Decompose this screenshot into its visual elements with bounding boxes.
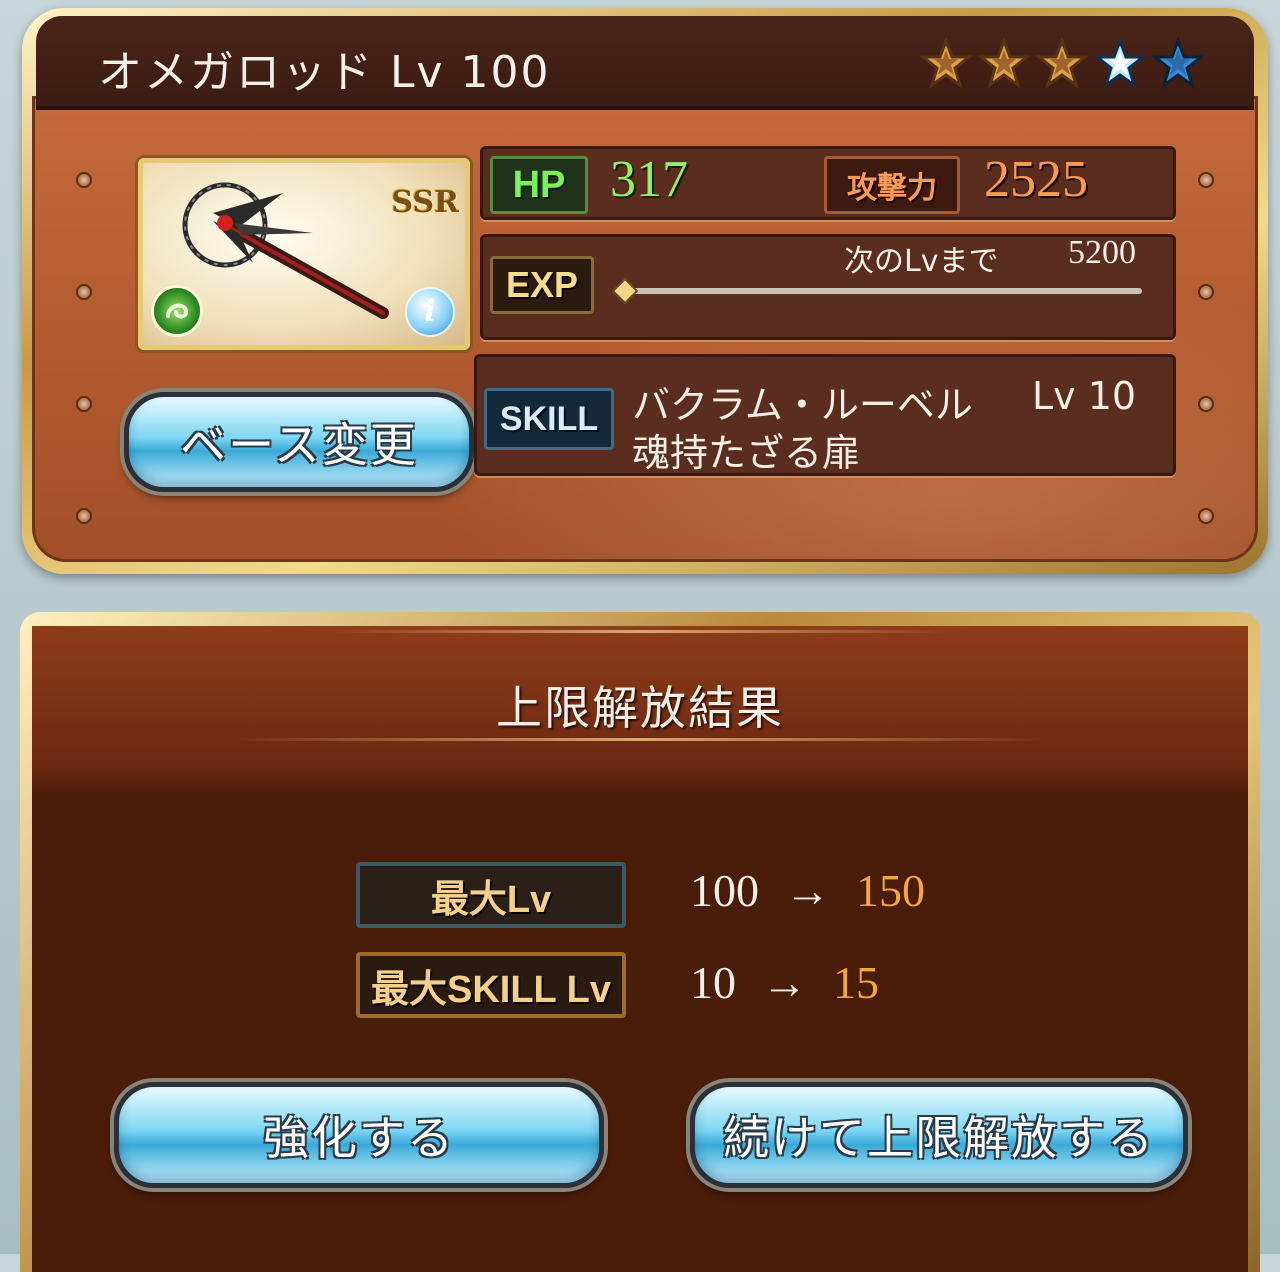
max-skill-level-label: 最大SKILL Lv	[356, 952, 626, 1018]
enhance-button[interactable]: 強化する	[114, 1082, 604, 1188]
uncap-stars	[920, 38, 1204, 90]
ornament-divider	[332, 630, 948, 633]
hp-value: 317	[610, 151, 688, 208]
star-empty-icon	[1152, 38, 1204, 89]
weapon-card[interactable]: SSR i	[138, 158, 470, 350]
attack-label: 攻撃力	[824, 156, 960, 214]
title-bar: オメガロッド Lv 100	[36, 16, 1254, 110]
rivet-decoration	[78, 398, 90, 410]
rivet-decoration	[78, 286, 90, 298]
uncap-result-body: 上限解放結果 最大Lv 100 → 150 最大SKILL Lv 10 → 15…	[32, 626, 1248, 1272]
rivet-decoration	[1200, 398, 1212, 410]
star-filled-icon	[978, 38, 1030, 89]
rivet-decoration	[1200, 510, 1212, 522]
exp-label: EXP	[490, 256, 594, 314]
star-filled-icon	[920, 38, 972, 89]
hp-label: HP	[490, 156, 588, 214]
rivet-decoration	[78, 510, 90, 522]
ornament-divider	[232, 738, 1048, 741]
attack-value: 2525	[984, 151, 1088, 208]
skill-label: SKILL	[484, 388, 614, 450]
info-icon[interactable]: i	[405, 287, 455, 337]
max-level-from: 100	[690, 865, 759, 916]
next-level-value: 5200	[1068, 234, 1136, 271]
exp-marker-icon	[612, 278, 638, 304]
arrow-icon: →	[784, 865, 831, 916]
max-level-change: 100 → 150	[690, 864, 925, 917]
next-level-label: 次のLvまで	[844, 244, 999, 279]
skill-panel: SKILL バクラム・ルーベル Lv 10 魂持たざる扉	[474, 354, 1176, 476]
skill-name: バクラム・ルーベル	[632, 383, 973, 427]
continue-uncap-button[interactable]: 続けて上限解放する	[690, 1082, 1188, 1188]
rarity-badge: SSR	[391, 185, 459, 220]
wind-element-icon	[151, 285, 203, 337]
max-level-label: 最大Lv	[356, 862, 626, 928]
weapon-detail-card: オメガロッド Lv 100 SSR i ベース変更 HP 317 攻撃力 252…	[22, 8, 1268, 574]
arrow-icon: →	[761, 957, 808, 1008]
star-filled-icon	[1036, 38, 1088, 89]
max-skill-level-from: 10	[690, 957, 736, 1008]
rivet-decoration	[1200, 286, 1212, 298]
rivet-decoration	[1200, 174, 1212, 186]
result-title: 上限解放結果	[496, 681, 784, 735]
stats-panel: HP 317 攻撃力 2525	[480, 146, 1176, 220]
rivet-decoration	[78, 174, 90, 186]
skill-subtitle: 魂持たざる扉	[632, 431, 861, 475]
change-base-button[interactable]: ベース変更	[124, 392, 474, 492]
max-skill-level-to: 15	[833, 957, 879, 1008]
weapon-title: オメガロッド Lv 100	[98, 47, 551, 98]
exp-panel: EXP 次のLvまで 5200	[480, 234, 1176, 340]
exp-progress-bar	[622, 288, 1142, 294]
skill-level: Lv 10	[1032, 374, 1137, 418]
star-highlight-icon	[1094, 38, 1146, 89]
max-level-to: 150	[856, 865, 925, 916]
uncap-result-card: 上限解放結果 最大Lv 100 → 150 最大SKILL Lv 10 → 15…	[20, 612, 1260, 1272]
max-skill-level-change: 10 → 15	[690, 956, 879, 1009]
